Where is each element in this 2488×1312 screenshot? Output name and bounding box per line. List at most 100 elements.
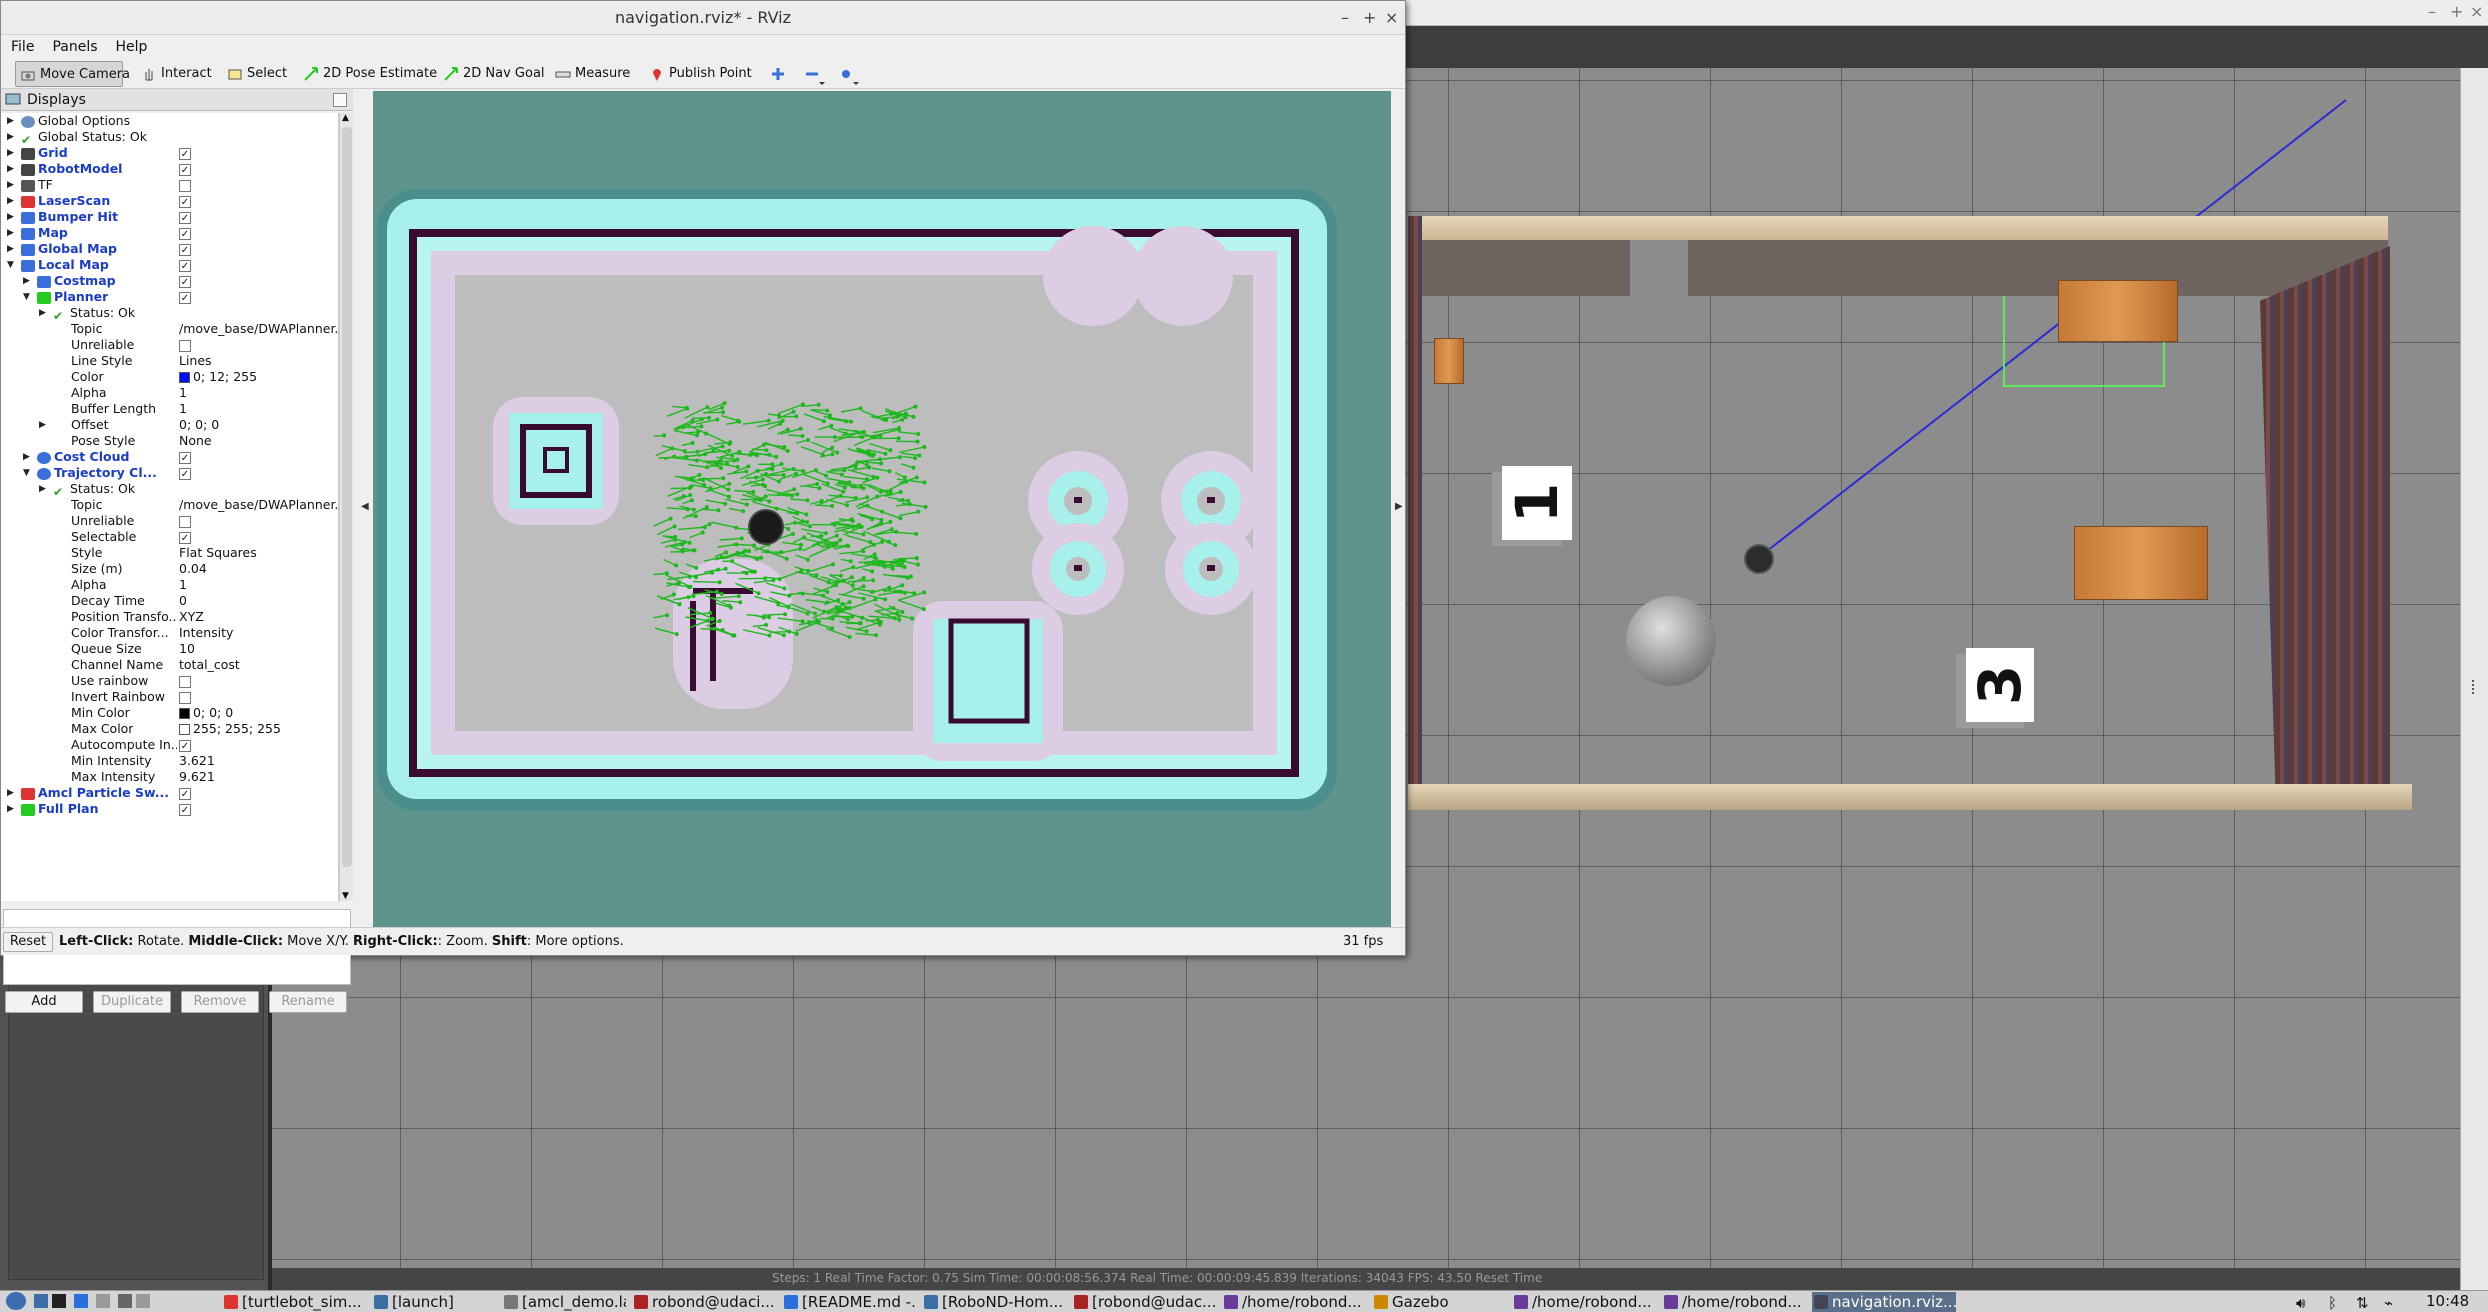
display-item-bumper-hit[interactable]: ▶ Bumper Hit ✓	[1, 209, 338, 225]
workspace-2-icon[interactable]	[136, 1294, 150, 1308]
display-item-costmap[interactable]: ▶ Costmap ✓	[1, 273, 338, 289]
gazebo-close-icon[interactable]: ×	[2470, 2, 2483, 21]
display-item-value[interactable]: ✓	[179, 241, 338, 257]
display-item-amcl-particle-sw[interactable]: ▶ Amcl Particle Sw... ✓	[1, 785, 338, 801]
display-item-value[interactable]	[179, 337, 338, 353]
2d-pose-estimate-tool[interactable]: 2D Pose Estimate	[299, 61, 437, 87]
expand-arrow-icon[interactable]: ▶	[39, 305, 46, 321]
display-item-value[interactable]	[179, 689, 338, 705]
left-splitter-arrow-icon[interactable]: ◀	[361, 501, 369, 512]
publish-point-tool[interactable]: Publish Point	[645, 61, 752, 87]
plus-icon[interactable]	[769, 65, 787, 83]
display-checkbox[interactable]: ✓	[179, 163, 191, 176]
maximize-button[interactable]: +	[1363, 1, 1376, 35]
display-item-buffer-length[interactable]: Buffer Length 1	[1, 401, 338, 417]
display-item-value[interactable]: ✓	[179, 289, 338, 305]
display-item-value[interactable]: ✓	[179, 785, 338, 801]
expand-arrow-icon[interactable]: ▶	[7, 145, 14, 161]
display-item-value[interactable]: ✓	[179, 257, 338, 273]
display-checkbox[interactable]: ✓	[179, 227, 191, 240]
display-item-size-m[interactable]: Size (m) 0.04	[1, 561, 338, 577]
taskbar-item[interactable]: [launch]	[372, 1292, 496, 1312]
expand-arrow-icon[interactable]: ▶	[7, 785, 14, 801]
display-item-value[interactable]: ✓	[179, 801, 338, 817]
expand-arrow-icon[interactable]: ▶	[7, 209, 14, 225]
display-item-value[interactable]: ✓	[179, 273, 338, 289]
terminal-launch-icon[interactable]	[52, 1294, 66, 1308]
display-checkbox[interactable]: ✓	[179, 803, 191, 816]
display-item-value[interactable]: ✓	[179, 449, 338, 465]
display-item-laserscan[interactable]: ▶ LaserScan ✓	[1, 193, 338, 209]
measure-tool[interactable]: Measure	[551, 61, 630, 87]
scroll-up-icon[interactable]: ▲	[342, 113, 349, 123]
desktop-icon[interactable]	[74, 1294, 88, 1308]
add-button[interactable]: Add	[5, 991, 83, 1013]
display-checkbox[interactable]	[179, 675, 191, 688]
display-item-position-transfo[interactable]: Position Transfo... XYZ	[1, 609, 338, 625]
expand-arrow-icon[interactable]: ▶	[7, 801, 14, 817]
network-icon[interactable]: ⇅	[2356, 1293, 2369, 1312]
display-item-line-style[interactable]: Line Style Lines	[1, 353, 338, 369]
display-item-value[interactable]: ✓	[179, 529, 338, 545]
display-item-invert-rainbow[interactable]: Invert Rainbow	[1, 689, 338, 705]
display-checkbox[interactable]: ✓	[179, 787, 191, 800]
display-checkbox[interactable]: ✓	[179, 531, 191, 544]
color-swatch[interactable]	[179, 708, 190, 719]
power-icon[interactable]: ⌁	[2384, 1293, 2393, 1312]
display-item-use-rainbow[interactable]: Use rainbow	[1, 673, 338, 689]
display-item-min-intensity[interactable]: Min Intensity 3.621	[1, 753, 338, 769]
collapse-arrow-icon[interactable]: ▼	[23, 465, 30, 481]
display-checkbox[interactable]: ✓	[179, 467, 191, 480]
gazebo-right-panel-handle[interactable]	[2460, 68, 2488, 1290]
gazebo-maximize-icon[interactable]: +	[2450, 2, 2463, 21]
display-checkbox[interactable]: ✓	[179, 243, 191, 256]
collapse-arrow-icon[interactable]: ▼	[23, 289, 30, 305]
reset-button[interactable]: Reset	[3, 932, 53, 952]
display-item-pose-style[interactable]: Pose Style None	[1, 433, 338, 449]
display-item-selectable[interactable]: Selectable ✓	[1, 529, 338, 545]
expand-arrow-icon[interactable]: ▶	[7, 225, 14, 241]
display-item-max-intensity[interactable]: Max Intensity 9.621	[1, 769, 338, 785]
collapse-arrow-icon[interactable]: ▼	[7, 257, 14, 273]
display-item-color[interactable]: Color 0; 12; 255	[1, 369, 338, 385]
expand-arrow-icon[interactable]: ▶	[39, 481, 46, 497]
display-item-cost-cloud[interactable]: ▶ Cost Cloud ✓	[1, 449, 338, 465]
display-item-value[interactable]	[179, 513, 338, 529]
interact-tool[interactable]: Interact	[137, 61, 212, 87]
right-splitter-arrow-icon[interactable]: ▶	[1395, 501, 1403, 512]
taskbar-item[interactable]: [turtlebot_sim...	[222, 1292, 366, 1312]
display-item-value[interactable]: ✓	[179, 737, 338, 753]
undock-icon[interactable]	[333, 93, 347, 107]
display-checkbox[interactable]: ✓	[179, 195, 191, 208]
window-icon[interactable]	[96, 1294, 110, 1308]
display-item-global-map[interactable]: ▶ Global Map ✓	[1, 241, 338, 257]
volume-icon[interactable]: 🔊︎	[2296, 1293, 2305, 1312]
display-item-value[interactable]: ✓	[179, 145, 338, 161]
display-item-global-options[interactable]: ▶ Global Options	[1, 113, 338, 129]
remove-button[interactable]: Remove	[181, 991, 259, 1013]
display-checkbox[interactable]: ✓	[179, 211, 191, 224]
display-item-topic[interactable]: Topic/move_base/DWAPlanner...	[1, 497, 338, 513]
display-item-color-transfor[interactable]: Color Transfor... Intensity	[1, 625, 338, 641]
display-item-tf[interactable]: ▶ TF	[1, 177, 338, 193]
display-item-max-color[interactable]: Max Color 255; 255; 255	[1, 721, 338, 737]
display-item-trajectory-cl[interactable]: ▼ Trajectory Cl... ✓	[1, 465, 338, 481]
expand-arrow-icon[interactable]: ▶	[7, 113, 14, 129]
display-item-value[interactable]: ✓	[179, 209, 338, 225]
minimize-button[interactable]: –	[1341, 1, 1349, 35]
display-item-min-color[interactable]: Min Color 0; 0; 0	[1, 705, 338, 721]
display-item-map[interactable]: ▶ Map ✓	[1, 225, 338, 241]
display-item-offset[interactable]: ▶ Offset 0; 0; 0	[1, 417, 338, 433]
rename-button[interactable]: Rename	[269, 991, 347, 1013]
displays-tree[interactable]: ▶ Global Options ▶ ✔ Global Status: Ok ▶ Grid ✓…	[1, 113, 339, 901]
display-item-grid[interactable]: ▶ Grid ✓	[1, 145, 338, 161]
expand-arrow-icon[interactable]: ▶	[7, 129, 14, 145]
display-item-full-plan[interactable]: ▶ Full Plan ✓	[1, 801, 338, 817]
expand-arrow-icon[interactable]: ▶	[23, 273, 30, 289]
start-menu-icon[interactable]	[6, 1292, 26, 1310]
bluetooth-icon[interactable]: ᛒ	[2328, 1293, 2337, 1312]
display-item-status-ok[interactable]: ▶ ✔ Status: Ok	[1, 481, 338, 497]
taskbar-item[interactable]: [README.md -...	[782, 1292, 916, 1312]
display-item-channel-name[interactable]: Channel Name total_cost	[1, 657, 338, 673]
rviz-3d-view[interactable]	[373, 91, 1391, 927]
